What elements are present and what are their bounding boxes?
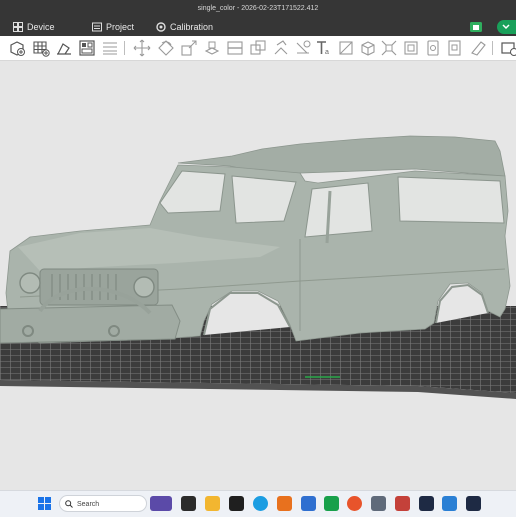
svg-text:a: a bbox=[325, 49, 329, 56]
headlight-right bbox=[134, 277, 154, 297]
nav-project-tab[interactable]: Project bbox=[92, 18, 134, 36]
layers-icon[interactable] bbox=[402, 39, 420, 57]
app-icon[interactable] bbox=[466, 496, 481, 511]
assembly-icon[interactable] bbox=[359, 39, 377, 57]
eraser-icon[interactable] bbox=[469, 39, 487, 57]
window-title: single_color - 2026-02-23T171522.412 bbox=[198, 5, 319, 12]
windshield-left bbox=[160, 171, 225, 213]
firefox-icon[interactable] bbox=[347, 496, 362, 511]
boolean-icon[interactable] bbox=[249, 39, 267, 57]
bambu-studio-icon[interactable] bbox=[324, 496, 339, 511]
file-explorer-icon[interactable] bbox=[205, 496, 220, 511]
toolbar-divider bbox=[124, 41, 125, 55]
sync-button[interactable] bbox=[497, 20, 516, 34]
measure-icon[interactable] bbox=[337, 39, 355, 57]
add-part-icon[interactable] bbox=[8, 39, 26, 57]
rear-window bbox=[398, 177, 504, 223]
windows-start-icon[interactable] bbox=[38, 497, 51, 510]
arrange-icon[interactable] bbox=[78, 39, 96, 57]
calibration-icon bbox=[156, 22, 166, 32]
os-taskbar: Search bbox=[0, 490, 516, 517]
truck-model[interactable] bbox=[0, 136, 510, 343]
project-icon bbox=[92, 22, 102, 32]
store-icon[interactable] bbox=[468, 21, 484, 33]
move-icon[interactable] bbox=[133, 39, 151, 57]
3d-viewport[interactable] bbox=[0, 61, 516, 490]
nav-device-tab[interactable]: Device bbox=[13, 18, 55, 36]
add-plate-icon[interactable] bbox=[32, 39, 50, 57]
scale-icon[interactable] bbox=[180, 39, 198, 57]
nav-project-label: Project bbox=[106, 18, 134, 36]
grid-icon bbox=[13, 22, 23, 32]
seam-paint-icon[interactable] bbox=[294, 39, 312, 57]
app-icon[interactable] bbox=[229, 496, 244, 511]
task-view-icon[interactable] bbox=[181, 496, 196, 511]
toolbar-divider bbox=[492, 41, 493, 55]
split-plates-icon[interactable] bbox=[101, 39, 119, 57]
door-window bbox=[305, 183, 372, 237]
app-icon[interactable] bbox=[301, 496, 316, 511]
preview-icon[interactable] bbox=[446, 39, 464, 57]
app-icon[interactable] bbox=[277, 496, 292, 511]
lay-on-face-icon[interactable] bbox=[203, 39, 221, 57]
support-paint-icon[interactable] bbox=[272, 39, 290, 57]
search-placeholder: Search bbox=[77, 501, 99, 508]
cut-icon[interactable] bbox=[226, 39, 244, 57]
top-nav: Device Project Calibration bbox=[0, 18, 516, 36]
chevron-down-icon bbox=[497, 20, 516, 34]
taskbar-search-input[interactable]: Search bbox=[59, 495, 147, 512]
text-icon[interactable]: a bbox=[315, 39, 333, 57]
plate-settings-icon[interactable] bbox=[500, 39, 516, 57]
rotate-icon[interactable] bbox=[157, 39, 175, 57]
widgets-icon[interactable] bbox=[150, 496, 172, 511]
front-bumper bbox=[0, 305, 180, 343]
photos-icon[interactable] bbox=[442, 496, 457, 511]
headlight-left bbox=[20, 273, 40, 293]
auto-orient-icon[interactable] bbox=[55, 39, 73, 57]
nav-calibration-label: Calibration bbox=[170, 18, 213, 36]
calculator-icon[interactable] bbox=[371, 496, 386, 511]
fit-icon[interactable] bbox=[380, 39, 398, 57]
slice-icon[interactable] bbox=[424, 39, 442, 57]
nav-calibration-tab[interactable]: Calibration bbox=[156, 18, 213, 36]
nav-device-label: Device bbox=[27, 18, 55, 36]
app-icon[interactable] bbox=[395, 496, 410, 511]
scene-canvas[interactable] bbox=[0, 61, 516, 490]
app-icon[interactable] bbox=[419, 496, 434, 511]
window-titlebar: single_color - 2026-02-23T171522.412 bbox=[0, 0, 516, 18]
search-icon bbox=[65, 500, 73, 508]
edge-browser-icon[interactable] bbox=[253, 496, 268, 511]
main-toolbar: a bbox=[0, 36, 516, 61]
